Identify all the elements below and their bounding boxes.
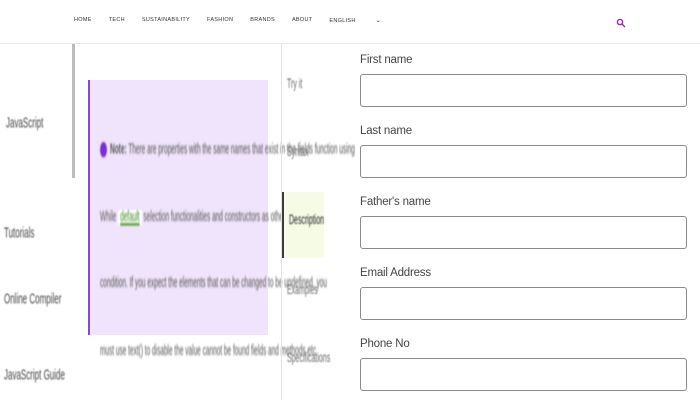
tab-label: Specifications: [287, 352, 331, 366]
main-nav: HOME TECH SUSTAINABILITY FASHION BRANDS …: [74, 17, 415, 24]
tab-specifications[interactable]: Specifications: [282, 330, 330, 396]
last-name-input[interactable]: [360, 145, 687, 178]
nav-home[interactable]: HOME: [74, 17, 92, 24]
note-prefix: Note:: [110, 142, 127, 158]
sidebar-item-javascript[interactable]: JavaScript: [6, 114, 43, 131]
tab-examples[interactable]: Examples: [282, 262, 324, 328]
nav-language[interactable]: ENGLISH ⌄: [329, 17, 398, 24]
tab-try-it[interactable]: Try it: [282, 56, 324, 122]
first-name-label: First name: [360, 54, 413, 66]
sidebar-item-online-compiler[interactable]: Online Compiler: [4, 290, 61, 307]
nav-fashion[interactable]: FASHION: [207, 17, 233, 24]
note-text-2a: While: [100, 210, 117, 226]
info-icon: [100, 142, 107, 158]
tab-syntax[interactable]: Syntax: [282, 124, 324, 190]
fathers-name-group: Father's name: [360, 196, 688, 249]
note-code-link[interactable]: default: [118, 210, 142, 226]
search-icon[interactable]: [616, 15, 626, 28]
top-navigation-bar: HOME TECH SUSTAINABILITY FASHION BRANDS …: [0, 0, 700, 44]
first-name-input[interactable]: [360, 74, 687, 107]
last-name-label: Last name: [360, 125, 412, 137]
phone-label: Phone No: [360, 338, 410, 350]
phone-input[interactable]: [360, 358, 687, 391]
phone-group: Phone No: [360, 338, 688, 391]
nav-sustainability[interactable]: SUSTAINABILITY: [142, 17, 190, 24]
tab-label: Syntax: [287, 146, 309, 160]
email-group: Email Address: [360, 267, 688, 320]
tab-label: Description: [289, 214, 325, 228]
note-callout: Note: There are properties with the same…: [88, 80, 355, 335]
email-field[interactable]: [360, 287, 687, 320]
note-line-2: While default selection functionalities …: [100, 210, 286, 226]
left-sidebar: JavaScript Tutorials Online Compiler Jav…: [0, 44, 75, 400]
nav-tech[interactable]: TECH: [109, 17, 125, 24]
sidebar-scrollbar[interactable]: [72, 44, 75, 178]
first-name-group: First name: [360, 54, 688, 107]
sidebar-item-tutorials[interactable]: Tutorials: [4, 224, 34, 241]
nav-brands[interactable]: BRANDS: [250, 17, 275, 24]
note-text-2b: selection functionalities and constructo…: [143, 210, 286, 226]
chevron-down-icon: ⌄: [375, 18, 381, 24]
language-label: ENGLISH: [329, 18, 356, 24]
section-tabs: Try it Syntax Description Examples Speci…: [281, 44, 330, 400]
tab-label: Try it: [287, 78, 303, 92]
fathers-name-label: Father's name: [360, 196, 431, 208]
nav-about[interactable]: ABOUT: [292, 17, 312, 24]
tab-description[interactable]: Description: [282, 192, 324, 258]
sidebar-item-guide[interactable]: JavaScript Guide: [4, 366, 65, 383]
fathers-name-input[interactable]: [360, 216, 687, 249]
tab-label: Examples: [287, 284, 318, 298]
email-label: Email Address: [360, 267, 431, 279]
last-name-group: Last name: [360, 125, 688, 178]
